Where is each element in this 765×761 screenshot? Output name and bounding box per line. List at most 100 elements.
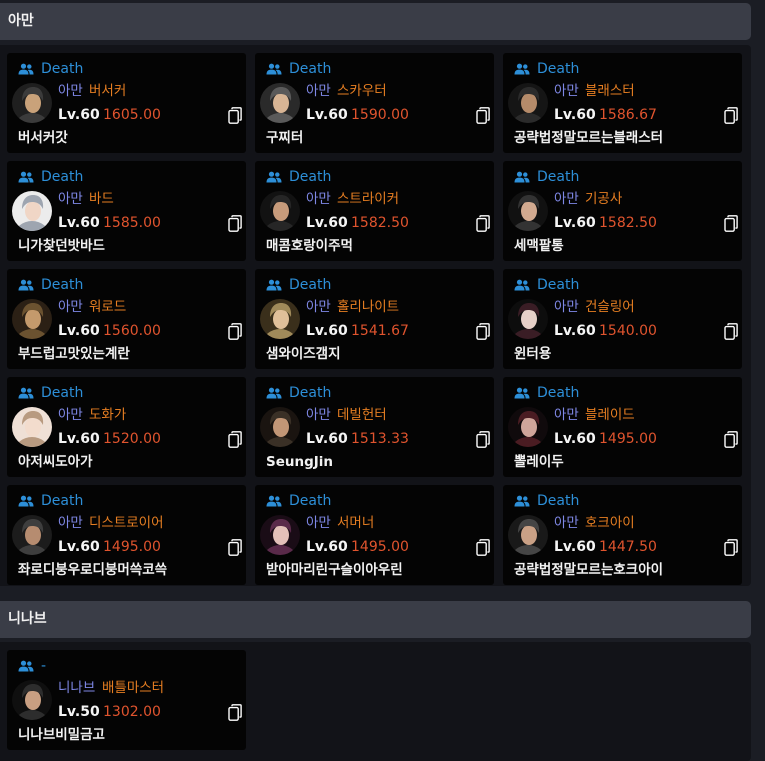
copy-icon[interactable] [228, 215, 242, 232]
guild-row: Death [514, 168, 579, 186]
character-card[interactable]: Death 아만 디스트로이어 Lv.60 1495.00 좌로디붕우로디붕머쓱코쓱 [7, 485, 246, 585]
guild-row: Death [18, 276, 83, 294]
copy-icon[interactable] [228, 431, 242, 448]
copy-icon[interactable] [724, 539, 738, 556]
guild-name: Death [41, 277, 84, 293]
character-avatar [260, 515, 300, 555]
server-name: 아만 [58, 191, 83, 207]
character-name: 구찌터 [266, 130, 304, 146]
item-level: 1582.50 [351, 215, 409, 231]
item-level: 1582.50 [599, 215, 657, 231]
server-name: 아만 [306, 299, 331, 315]
guild-name: Death [41, 61, 84, 77]
copy-icon[interactable] [724, 215, 738, 232]
guild-row: Death [514, 492, 579, 510]
copy-icon[interactable] [476, 107, 490, 124]
item-level: 1302.00 [103, 704, 161, 720]
character-card[interactable]: Death 아만 버서커 Lv.60 1605.00 버서커갓 [7, 53, 246, 153]
character-level: Lv.60 [554, 431, 596, 447]
class-name: 스트라이커 [337, 191, 400, 207]
character-level: Lv.60 [306, 215, 348, 231]
character-level: Lv.60 [306, 431, 348, 447]
character-name: 부드럽고맛있는계란 [18, 346, 130, 362]
item-level: 1585.00 [103, 215, 161, 231]
character-avatar [260, 191, 300, 231]
server-name: 아만 [58, 407, 83, 423]
copy-icon[interactable] [476, 215, 490, 232]
class-name: 호크아이 [585, 515, 635, 531]
guild-name: Death [537, 493, 580, 509]
guild-name: Death [537, 385, 580, 401]
item-level: 1520.00 [103, 431, 161, 447]
character-card[interactable]: Death 아만 스카우터 Lv.60 1590.00 구찌터 [255, 53, 494, 153]
character-card[interactable]: Death 아만 블레이드 Lv.60 1495.00 뽈레이두 [503, 377, 742, 477]
character-name: 매콤호랑이주먹 [266, 238, 353, 254]
character-card[interactable]: Death 아만 도화가 Lv.60 1520.00 아저씨도아가 [7, 377, 246, 477]
character-name: 윈터용 [514, 346, 552, 362]
character-card[interactable]: Death 아만 워로드 Lv.60 1560.00 부드럽고맛있는계란 [7, 269, 246, 369]
character-card[interactable]: Death 아만 바드 Lv.60 1585.00 니가찾던밧바드 [7, 161, 246, 261]
character-card[interactable]: Death 아만 스트라이커 Lv.60 1582.50 매콤호랑이주먹 [255, 161, 494, 261]
copy-icon[interactable] [476, 323, 490, 340]
users-icon [514, 171, 530, 183]
guild-name: Death [537, 61, 580, 77]
server-name: 아만 [554, 407, 579, 423]
character-avatar [12, 680, 52, 720]
class-name: 워로드 [89, 299, 127, 315]
users-icon [266, 495, 282, 507]
copy-icon[interactable] [228, 323, 242, 340]
character-level: Lv.60 [554, 539, 596, 555]
character-card[interactable]: Death 아만 데빌헌터 Lv.60 1513.33 SeungJin [255, 377, 494, 477]
class-name: 스카우터 [337, 83, 387, 99]
guild-row: Death [266, 492, 331, 510]
character-card[interactable]: Death 아만 블래스터 Lv.60 1586.67 공략법정말모르는블래스터 [503, 53, 742, 153]
character-level: Lv.60 [306, 107, 348, 123]
item-level: 1540.00 [599, 323, 657, 339]
character-level: Lv.60 [554, 323, 596, 339]
server-name: 아만 [306, 515, 331, 531]
users-icon [514, 63, 530, 75]
users-icon [18, 63, 34, 75]
copy-icon[interactable] [476, 539, 490, 556]
guild-row: Death [18, 60, 83, 78]
character-level: Lv.60 [554, 107, 596, 123]
users-icon [18, 279, 34, 291]
character-level: Lv.60 [58, 323, 100, 339]
character-level: Lv.60 [58, 107, 100, 123]
guild-name: Death [289, 385, 332, 401]
item-level: 1495.00 [351, 539, 409, 555]
guild-name: Death [41, 169, 84, 185]
copy-icon[interactable] [724, 323, 738, 340]
character-avatar [12, 191, 52, 231]
copy-icon[interactable] [476, 431, 490, 448]
character-card[interactable]: Death 아만 홀리나이트 Lv.60 1541.67 샘와이즈갬지 [255, 269, 494, 369]
character-card[interactable]: Death 아만 호크아이 Lv.60 1447.50 공략법정말모르는호크아이 [503, 485, 742, 585]
item-level: 1513.33 [351, 431, 409, 447]
character-card[interactable]: Death 아만 서머너 Lv.60 1495.00 받아마리린구슬이아우린 [255, 485, 494, 585]
character-avatar [508, 407, 548, 447]
character-avatar [508, 191, 548, 231]
copy-icon[interactable] [724, 107, 738, 124]
character-level: Lv.60 [58, 431, 100, 447]
guild-name: Death [289, 493, 332, 509]
copy-icon[interactable] [228, 704, 242, 721]
guild-row: Death [18, 492, 83, 510]
character-avatar [12, 407, 52, 447]
server-name: 아만 [58, 515, 83, 531]
class-name: 버서커 [89, 83, 127, 99]
character-card[interactable]: Death 아만 기공사 Lv.60 1582.50 세맥팥통 [503, 161, 742, 261]
character-card[interactable]: - 니나브 배틀마스터 Lv.50 1302.00 니나브비밀금고 [7, 650, 246, 750]
character-level: Lv.60 [306, 539, 348, 555]
copy-icon[interactable] [724, 431, 738, 448]
character-name: 니가찾던밧바드 [18, 238, 105, 254]
guild-row: Death [266, 60, 331, 78]
server-name: 아만 [554, 299, 579, 315]
character-card[interactable]: Death 아만 건슬링어 Lv.60 1540.00 윈터용 [503, 269, 742, 369]
copy-icon[interactable] [228, 539, 242, 556]
users-icon [18, 171, 34, 183]
character-name: 니나브비밀금고 [18, 727, 105, 743]
server-name: 아만 [58, 299, 83, 315]
character-name: 샘와이즈갬지 [266, 346, 341, 362]
copy-icon[interactable] [228, 107, 242, 124]
users-icon [514, 495, 530, 507]
